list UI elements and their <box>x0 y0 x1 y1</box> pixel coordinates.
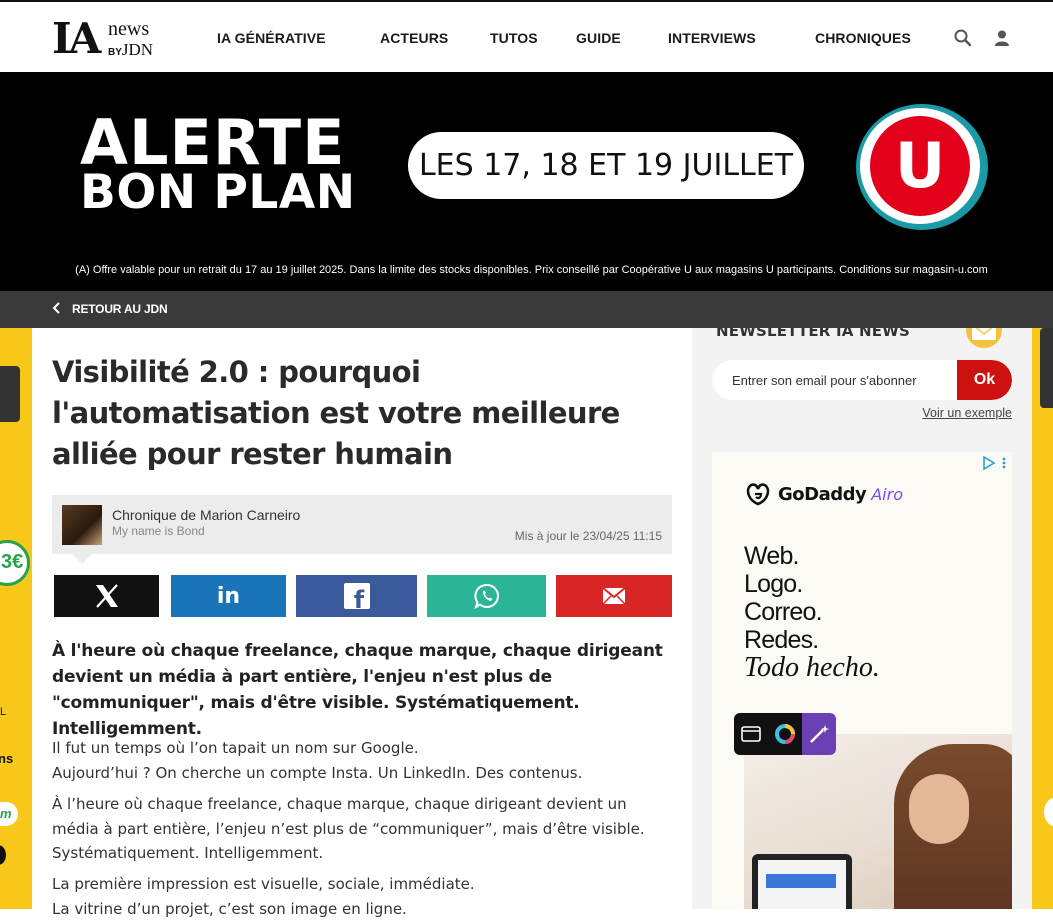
share-email-button[interactable] <box>556 575 672 617</box>
svg-text:U: U <box>895 129 945 202</box>
ad-photo <box>744 734 1012 909</box>
side-ad-price-badge: 3€ <box>0 540 30 586</box>
user-icon[interactable] <box>992 28 1012 48</box>
ad-line: Logo. <box>744 570 822 598</box>
side-ad-badge-right <box>1044 798 1053 826</box>
side-ad-pill: m <box>0 802 18 826</box>
article-paragraph-3: La première impression est visuelle, soc… <box>52 872 672 921</box>
magic-wand-icon <box>808 723 830 745</box>
godaddy-logo: GoDaddy Airo <box>744 482 903 506</box>
color-wheel-icon <box>774 723 796 745</box>
ad-tool-color <box>768 713 802 755</box>
logo-by-jdn: BYJDN <box>108 40 153 60</box>
nav-item-acteurs[interactable]: ACTEURS <box>380 30 448 46</box>
paragraph-line: Aujourd’hui ? On cherche un compte Insta… <box>52 761 672 786</box>
side-ad-text-3: m <box>0 806 12 821</box>
side-ad-dot <box>0 845 6 865</box>
godaddy-icon <box>744 482 772 506</box>
ad-line: Redes. <box>744 626 822 654</box>
share-facebook-button[interactable]: f <box>296 575 417 617</box>
share-x-button[interactable] <box>54 575 159 617</box>
newsletter-heading: NEWSLETTER IA NEWS <box>716 328 910 340</box>
banner-ad[interactable]: ALERTE BON PLAN LES 17, 18 ET 19 JUILLET… <box>0 72 1053 291</box>
paragraph-line: La première impression est visuelle, soc… <box>52 872 672 897</box>
side-ad-text-2: ns <box>0 751 13 766</box>
ad-photo-person-face <box>909 774 969 844</box>
ad-tagline: Todo hecho. <box>744 652 880 684</box>
airo-wordmark: Airo <box>871 485 903 504</box>
ad-toolbar <box>734 713 869 755</box>
ad-lines: Web. Logo. Correo. Redes. <box>744 542 822 654</box>
newsletter-form: Ok <box>712 360 1012 400</box>
side-ad-product-image-right <box>1040 328 1053 408</box>
article: Visibilité 2.0 : pourquoi l'automatisati… <box>32 328 692 909</box>
ad-line: Web. <box>744 542 822 570</box>
newsletter-envelope-icon <box>964 328 1004 348</box>
email-icon <box>603 588 625 604</box>
author-company: My name is Bond <box>112 524 205 538</box>
top-navigation: IA news BYJDN IA GÉNÉRATIVE ACTEURS TUTO… <box>0 0 1053 72</box>
ad-photo-tablet-ui <box>766 874 836 888</box>
share-linkedin-button[interactable]: in <box>171 575 286 617</box>
article-paragraph-1: Il fut un temps où l’on tapait un nom su… <box>52 736 672 785</box>
newsletter-example-link[interactable]: Voir un exemple <box>922 406 1012 420</box>
x-icon <box>94 584 120 608</box>
facebook-icon: f <box>344 583 370 609</box>
godaddy-wordmark: GoDaddy <box>778 484 866 505</box>
magasin-u-logo: U <box>854 103 989 231</box>
banner-headline-line-2: BON PLAN <box>80 171 356 214</box>
banner-disclaimer: (A) Offre valable pour un retrait du 17 … <box>0 264 1053 276</box>
logo-news: news <box>108 18 149 41</box>
author-name[interactable]: Chronique de Marion Carneiro <box>112 507 300 523</box>
author-box: Chronique de Marion Carneiro My name is … <box>52 495 672 554</box>
browser-window-icon <box>741 726 761 742</box>
nav-item-guide[interactable]: GUIDE <box>576 30 621 46</box>
svg-text:f: f <box>353 586 364 609</box>
back-to-jdn-bar[interactable]: RETOUR AU JDN <box>0 291 1053 328</box>
share-whatsapp-button[interactable] <box>427 575 546 617</box>
search-icon[interactable] <box>953 28 973 48</box>
author-box-pointer <box>72 554 92 564</box>
side-ad-text-1: L <box>0 706 6 718</box>
nav-item-chroniques[interactable]: CHRONIQUES <box>815 30 911 46</box>
updated-date: Mis à jour le 23/04/25 11:15 <box>515 529 662 543</box>
linkedin-icon: in <box>217 584 240 609</box>
article-paragraph-2: À l’heure où chaque freelance, chaque ma… <box>52 792 672 866</box>
side-ad-product-image <box>0 366 20 422</box>
godaddy-ad[interactable]: GoDaddy Airo Web. Logo. Correo. Redes. T… <box>712 452 1012 909</box>
left-side-ad[interactable]: 3€ L ns m <box>0 328 32 909</box>
adchoices-icon[interactable] <box>982 456 1008 470</box>
ad-tool-magic <box>802 713 836 755</box>
ia-news-logo[interactable]: IA news BYJDN <box>52 16 167 62</box>
ad-photo-tablet <box>752 854 852 909</box>
nav-item-ia-generative[interactable]: IA GÉNÉRATIVE <box>217 30 326 46</box>
article-lead: À l'heure où chaque freelance, chaque ma… <box>52 638 672 742</box>
logo-ia: IA <box>52 14 98 63</box>
side-ad-price: 3€ <box>1 551 23 574</box>
author-avatar[interactable] <box>62 505 102 545</box>
nav-item-interviews[interactable]: INTERVIEWS <box>668 30 756 46</box>
banner-headline: ALERTE BON PLAN <box>80 114 356 214</box>
back-to-jdn-link[interactable]: RETOUR AU JDN <box>72 302 167 316</box>
paragraph-line: Il fut un temps où l’on tapait un nom su… <box>52 736 672 761</box>
chevron-left-icon <box>52 302 62 314</box>
newsletter-submit-button[interactable]: Ok <box>957 360 1012 400</box>
right-sidebar: NEWSLETTER IA NEWS Ok Voir un exemple Go… <box>692 328 1032 909</box>
article-title: Visibilité 2.0 : pourquoi l'automatisati… <box>52 352 662 475</box>
ad-line: Correo. <box>744 598 822 626</box>
newsletter-email-input[interactable] <box>712 360 957 400</box>
whatsapp-icon <box>474 583 500 609</box>
right-side-ad[interactable] <box>1032 328 1053 909</box>
ad-tool-browser <box>734 713 768 755</box>
banner-dates-pill: LES 17, 18 ET 19 JUILLET <box>408 132 804 199</box>
nav-item-tutos[interactable]: TUTOS <box>490 30 538 46</box>
banner-headline-line-1: ALERTE <box>80 114 356 171</box>
